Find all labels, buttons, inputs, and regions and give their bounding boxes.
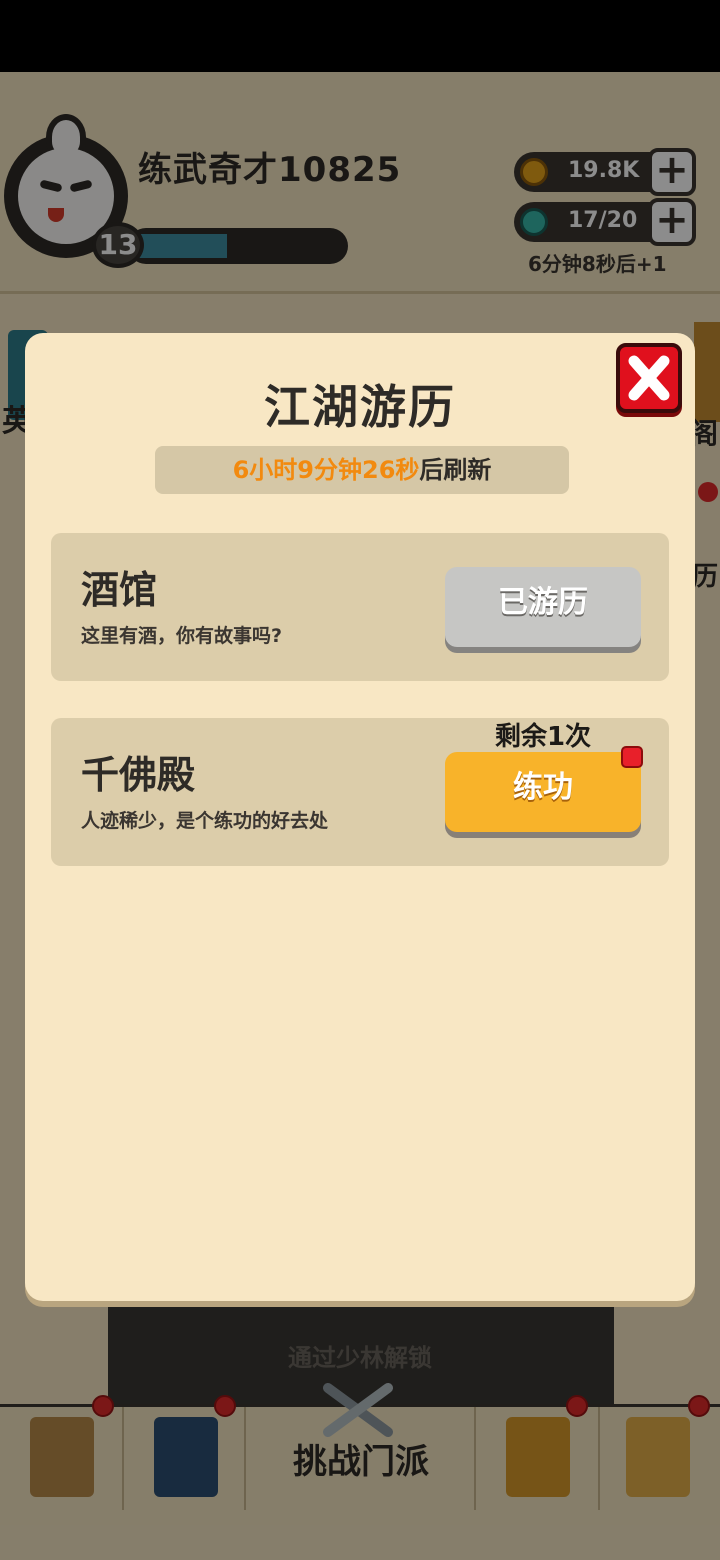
location-title: 酒馆 (81, 568, 158, 612)
train-button[interactable]: 练功 (445, 752, 641, 832)
refresh-suffix: 后刷新 (419, 456, 492, 484)
location-desc: 人迹稀少，是个练功的好去处 (81, 810, 329, 832)
travel-modal: 江湖游历 6小时9分钟26秒后刷新 酒馆 这里有酒，你有故事吗? 已游历 千佛殿… (25, 333, 695, 1301)
location-title: 千佛殿 (81, 753, 196, 797)
close-icon (628, 355, 670, 401)
close-button[interactable] (616, 343, 682, 413)
location-card-tavern: 酒馆 这里有酒，你有故事吗? 已游历 (51, 533, 669, 681)
modal-title: 江湖游历 (264, 380, 456, 434)
visited-button[interactable]: 已游历 (445, 567, 641, 647)
refresh-countdown: 6小时9分钟26秒 (232, 456, 420, 484)
remaining-count: 剩余1次 (494, 722, 592, 752)
notification-dot (621, 746, 643, 768)
location-desc: 这里有酒，你有故事吗? (81, 625, 283, 647)
refresh-timer: 6小时9分钟26秒后刷新 (155, 446, 569, 494)
location-card-temple: 千佛殿 人迹稀少，是个练功的好去处 剩余1次 练功 (51, 718, 669, 866)
